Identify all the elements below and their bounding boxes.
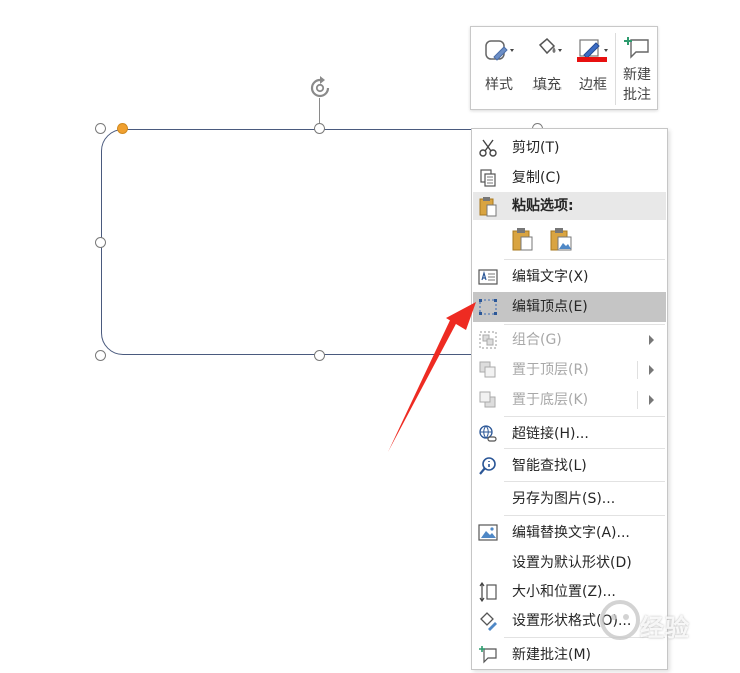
annotation-arrow	[388, 302, 476, 452]
watermark-text: 经验	[640, 614, 690, 642]
